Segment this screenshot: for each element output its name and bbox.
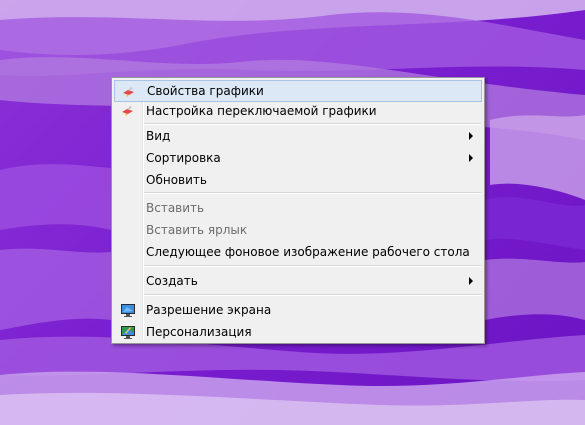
menu-item-graphics-properties[interactable]: Свойства графики xyxy=(114,80,482,102)
menu-item-view[interactable]: Вид xyxy=(114,125,482,147)
menu-separator xyxy=(144,294,481,296)
menu-separator xyxy=(144,123,481,125)
submenu-arrow-icon xyxy=(469,132,473,140)
menu-item-label: Сортировка xyxy=(146,151,221,165)
menu-item-label: Настройка переключаемой графики xyxy=(146,104,377,118)
menu-item-switchable-graphics[interactable]: Настройка переключаемой графики xyxy=(114,100,482,122)
menu-item-label: Обновить xyxy=(146,173,207,187)
menu-item-label: Разрешение экрана xyxy=(146,303,272,317)
menu-item-label: Персонализация xyxy=(146,325,252,339)
menu-separator xyxy=(144,192,481,194)
menu-item-sort[interactable]: Сортировка xyxy=(114,147,482,169)
switchable-graphics-icon xyxy=(120,103,136,119)
menu-item-label: Свойства графики xyxy=(147,84,264,98)
submenu-arrow-icon xyxy=(469,154,473,162)
menu-item-paste-shortcut: Вставить ярлык xyxy=(114,219,482,241)
menu-item-personalization[interactable]: Персонализация xyxy=(114,321,482,343)
menu-item-label: Следующее фоновое изображение рабочего с… xyxy=(146,245,470,259)
menu-item-label: Вставить ярлык xyxy=(146,223,248,237)
personalization-icon xyxy=(120,324,136,340)
graphics-properties-icon xyxy=(121,84,137,100)
menu-item-label: Вид xyxy=(146,129,171,143)
menu-item-refresh[interactable]: Обновить xyxy=(114,169,482,191)
menu-item-new[interactable]: Создать xyxy=(114,270,482,292)
desktop-background[interactable]: Свойства графики Настройка переключаемой… xyxy=(0,0,585,425)
menu-separator xyxy=(144,265,481,267)
screen-resolution-icon xyxy=(120,302,136,318)
menu-item-label: Вставить xyxy=(146,201,205,215)
submenu-arrow-icon xyxy=(469,277,473,285)
menu-item-paste: Вставить xyxy=(114,197,482,219)
menu-item-next-desktop-background[interactable]: Следующее фоновое изображение рабочего с… xyxy=(114,241,482,263)
menu-item-screen-resolution[interactable]: Разрешение экрана xyxy=(114,299,482,321)
desktop-context-menu: Свойства графики Настройка переключаемой… xyxy=(111,77,485,344)
menu-item-label: Создать xyxy=(146,274,198,288)
